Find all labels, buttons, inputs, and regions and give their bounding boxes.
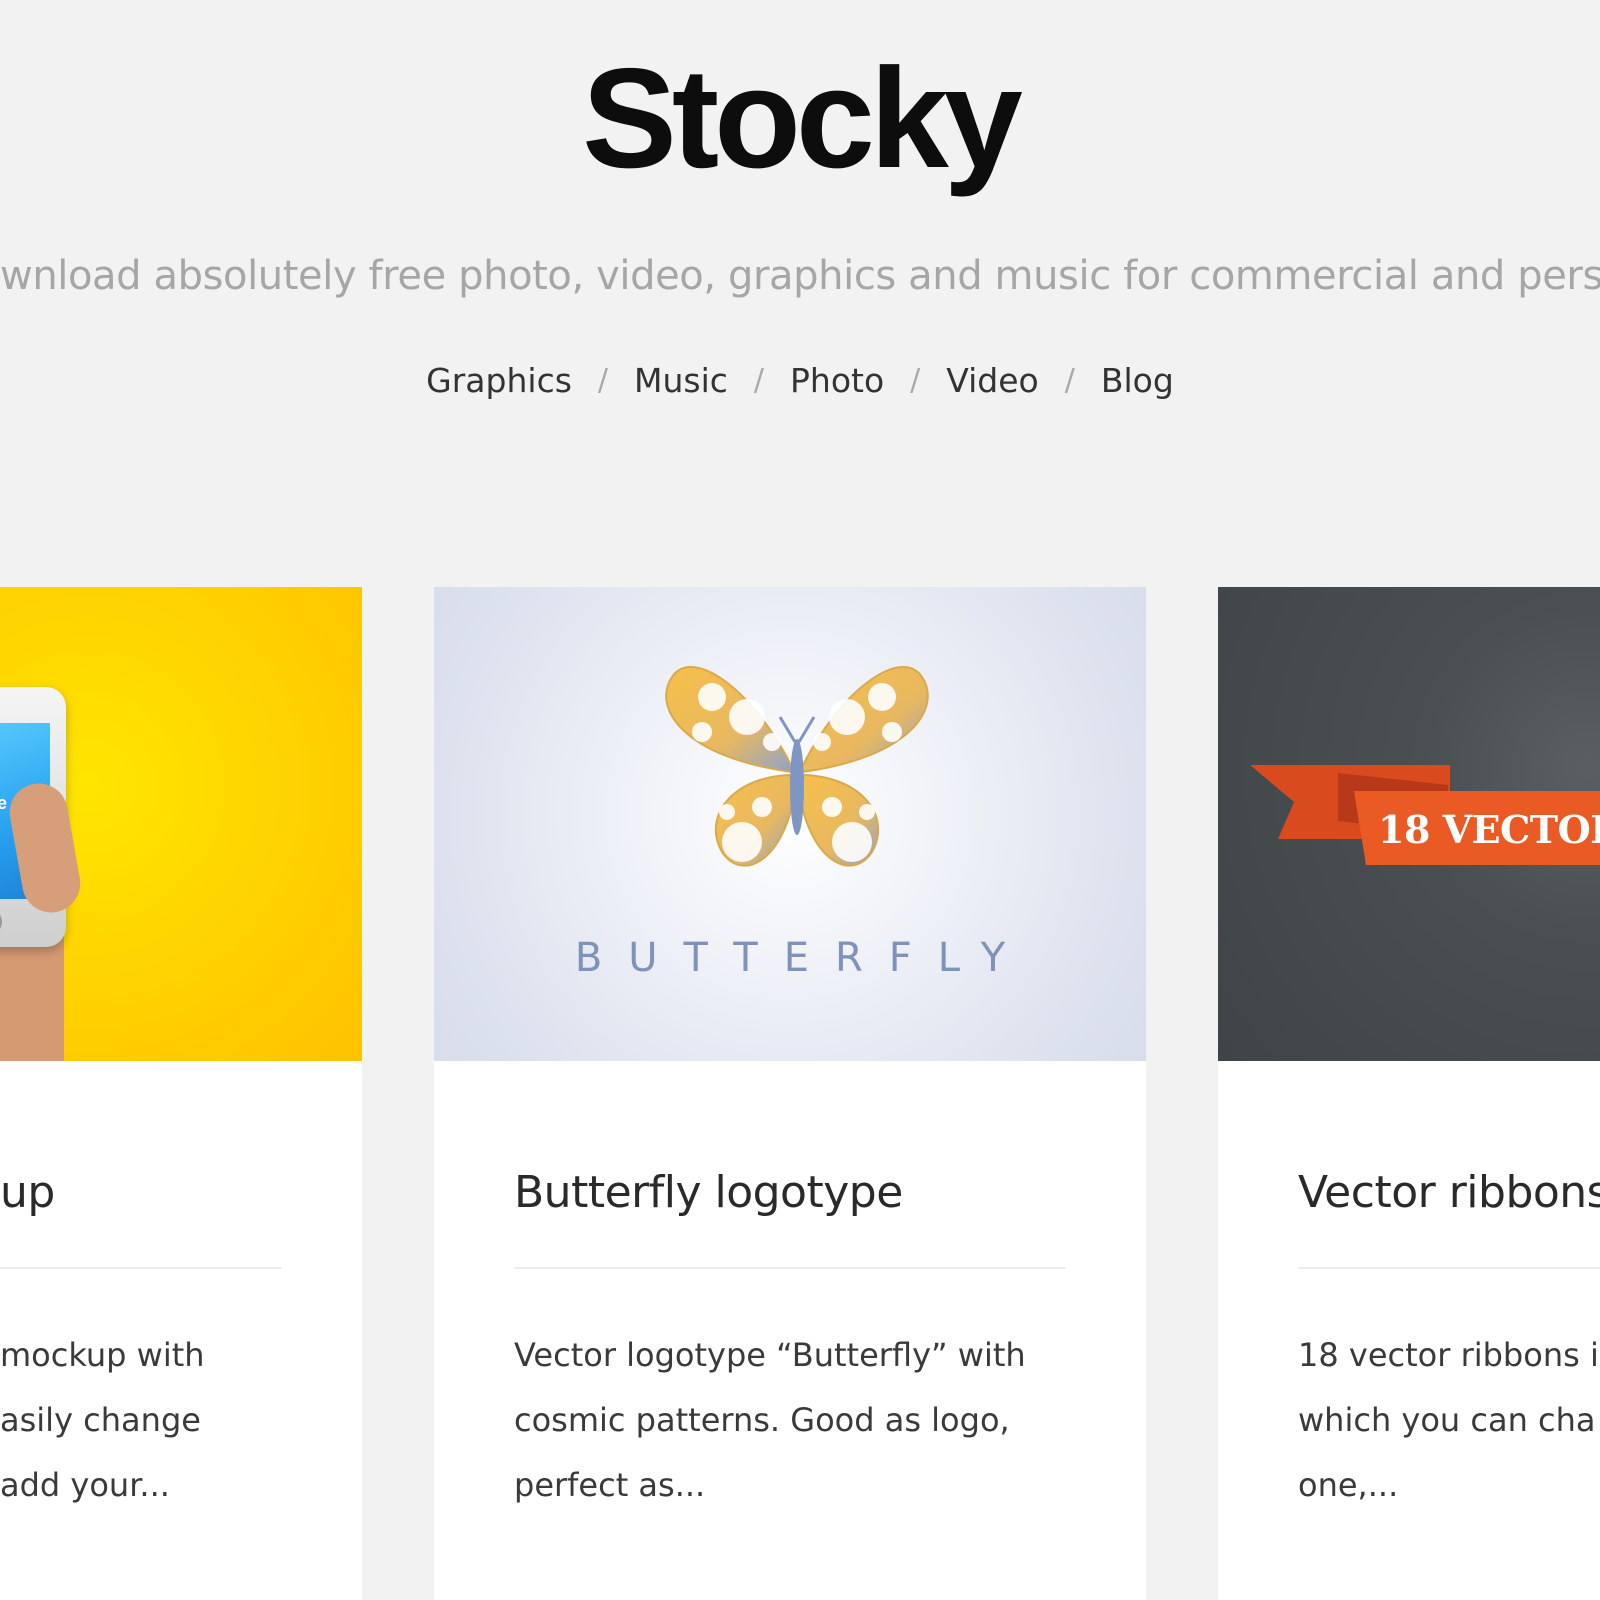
card-excerpt-line: cosmic patterns. Good as logo, bbox=[514, 1401, 1010, 1439]
nav-separator: / bbox=[910, 362, 921, 398]
card-excerpt: Vector logotype “Butterfly” with cosmic … bbox=[514, 1323, 1074, 1518]
card-iphone-mockup[interactable]: hone up mockup with asily change add you… bbox=[0, 587, 362, 1600]
nav-separator: / bbox=[1064, 362, 1075, 398]
card-excerpt-line: perfect as... bbox=[514, 1466, 706, 1504]
card-excerpt-line: asily change bbox=[0, 1401, 201, 1439]
card-image-ribbons[interactable]: 18 VECTOR R bbox=[1218, 587, 1600, 1061]
card-excerpt-line: one,... bbox=[1298, 1466, 1399, 1504]
phone-screen-text: hone bbox=[0, 793, 7, 813]
nav-separator: / bbox=[753, 362, 765, 398]
nav-item-graphics[interactable]: Graphics bbox=[426, 364, 572, 397]
card-excerpt-line: which you can cha bbox=[1298, 1401, 1596, 1439]
butterfly-wordmark: BUTTERFLY bbox=[574, 935, 1032, 981]
site-title[interactable]: Stocky bbox=[0, 48, 1600, 190]
site-tagline: wnload absolutely free photo, video, gra… bbox=[0, 253, 1600, 299]
card-title[interactable]: up bbox=[0, 1171, 55, 1215]
card-divider bbox=[1298, 1267, 1600, 1269]
card-image-phone[interactable]: hone bbox=[0, 587, 362, 1061]
main-nav: Graphics / Music / Photo / Video / Blog bbox=[0, 364, 1600, 397]
card-excerpt-line: mockup with bbox=[0, 1336, 205, 1374]
card-excerpt: mockup with asily change add your... bbox=[0, 1323, 362, 1518]
nav-item-blog[interactable]: Blog bbox=[1101, 364, 1174, 397]
card-divider bbox=[0, 1267, 282, 1269]
nav-item-music[interactable]: Music bbox=[634, 364, 728, 397]
card-divider bbox=[514, 1267, 1066, 1269]
card-excerpt-line: add your... bbox=[0, 1466, 170, 1504]
card-excerpt-line: 18 vector ribbons i bbox=[1298, 1336, 1599, 1374]
nav-item-photo[interactable]: Photo bbox=[790, 364, 884, 397]
phone-home-button bbox=[0, 909, 2, 935]
card-excerpt: 18 vector ribbons i which you can cha on… bbox=[1298, 1323, 1600, 1518]
butterfly-icon bbox=[665, 666, 929, 867]
card-excerpt-line: Vector logotype “Butterfly” with bbox=[514, 1336, 1026, 1374]
ribbon-text: 18 VECTOR R bbox=[1378, 807, 1600, 852]
nav-separator: / bbox=[597, 362, 609, 398]
card-title[interactable]: Vector ribbons bbox=[1298, 1171, 1600, 1215]
card-butterfly-logotype[interactable]: BUTTERFLY Butterfly logotype Vector logo… bbox=[434, 587, 1146, 1600]
page: Stocky wnload absolutely free photo, vid… bbox=[0, 0, 1600, 1600]
card-image-butterfly[interactable]: BUTTERFLY bbox=[434, 587, 1146, 1061]
nav-item-video[interactable]: Video bbox=[946, 364, 1038, 397]
card-vector-ribbons[interactable]: 18 VECTOR R Vector ribbons 18 vector rib… bbox=[1218, 587, 1600, 1600]
card-title[interactable]: Butterfly logotype bbox=[514, 1171, 903, 1215]
